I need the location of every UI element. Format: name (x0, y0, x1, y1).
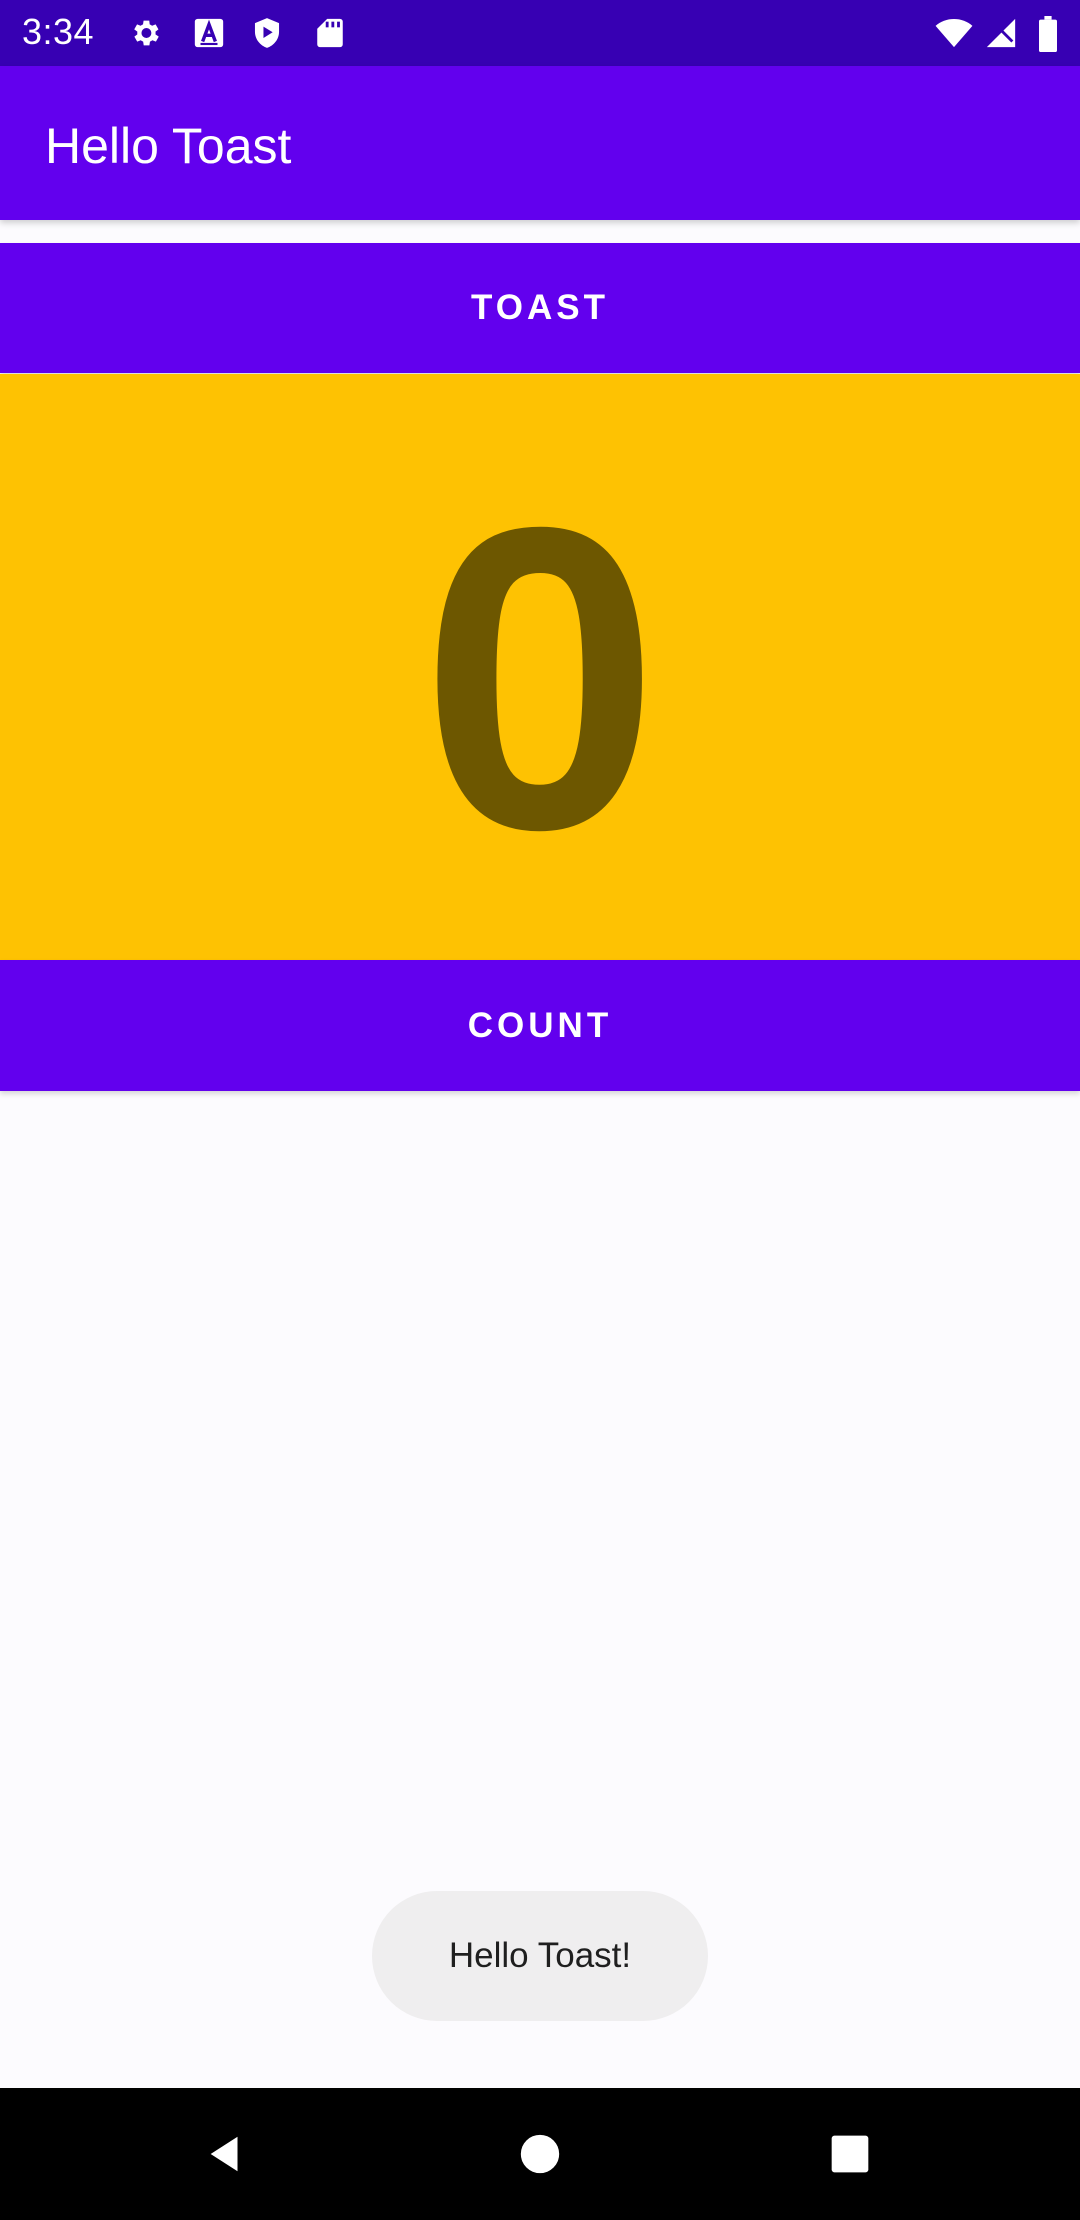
count-display: 0 (0, 374, 1080, 960)
sd-card-icon (313, 16, 347, 50)
navigation-bar (0, 2088, 1080, 2220)
toast-button[interactable]: TOAST (0, 243, 1080, 373)
toast-button-label: TOAST (471, 288, 609, 327)
battery-icon (1036, 16, 1060, 53)
toast-text: Hello Toast! (448, 1936, 632, 1975)
phone-screen: 3:34 Hello Toast TOAST 0 COUNT Hello Toa… (0, 0, 1080, 2220)
a-box-icon (192, 16, 226, 50)
wifi-icon (934, 16, 974, 50)
play-shield-icon (250, 16, 284, 50)
back-triangle-icon[interactable] (186, 2114, 266, 2194)
app-title: Hello Toast (45, 118, 292, 174)
app-bar: Hello Toast (0, 66, 1080, 220)
count-value: 0 (420, 439, 660, 919)
signal-icon (984, 16, 1018, 50)
gear-icon (128, 16, 162, 50)
status-time: 3:34 (22, 11, 95, 52)
recents-square-icon[interactable] (810, 2114, 890, 2194)
toast-message: Hello Toast! (372, 1891, 708, 2021)
status-bar: 3:34 (0, 0, 1080, 66)
count-button-label: COUNT (467, 1005, 613, 1045)
count-button[interactable]: COUNT (0, 960, 1080, 1091)
home-circle-icon[interactable] (500, 2114, 580, 2194)
